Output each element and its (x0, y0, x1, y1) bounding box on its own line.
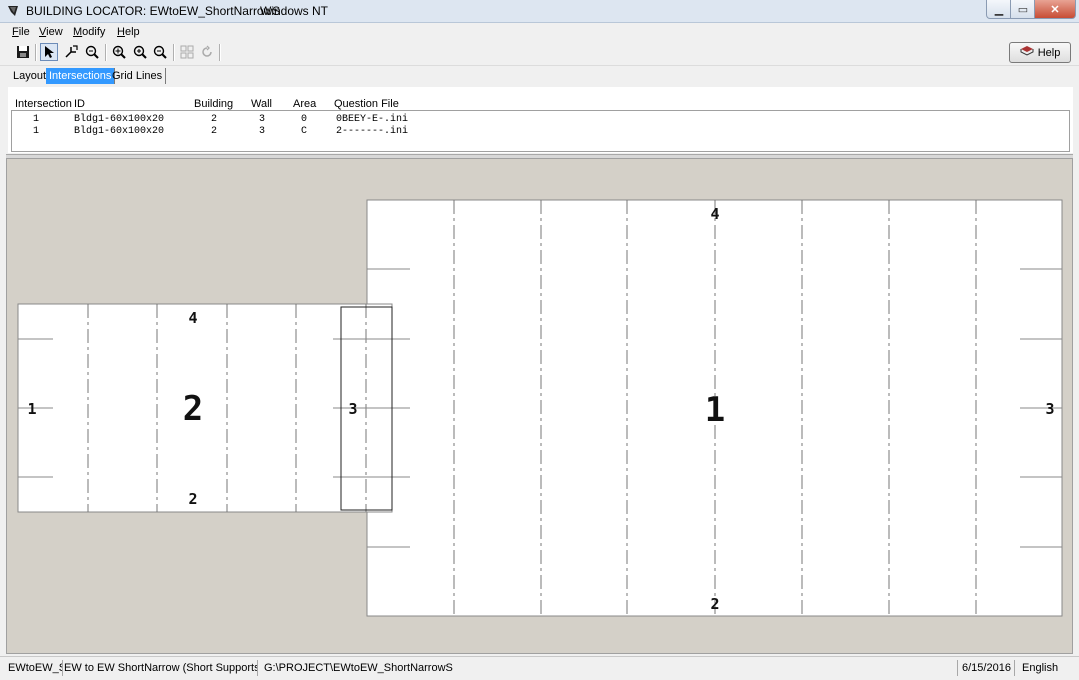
toolbar-separator (219, 44, 221, 61)
rotate-icon[interactable] (198, 43, 216, 61)
cell-area: 0 (301, 114, 308, 125)
b1-building-number: 1 (705, 390, 725, 430)
col-header-question-file[interactable]: Question File (334, 98, 399, 110)
help-button-label: Help (1037, 46, 1061, 59)
app-icon (6, 4, 20, 18)
menu-modify[interactable]: Modify (73, 26, 105, 38)
b2-wall-top-label: 4 (188, 309, 197, 327)
building-drawing[interactable]: 4 2 1 3 1 (7, 159, 1073, 654)
layout-canvas[interactable]: 4 2 1 3 1 (6, 158, 1073, 654)
tab-strip: Layout Intersections Grid Lines (0, 66, 1079, 86)
b2-wall-right-label: 3 (348, 400, 357, 418)
cell-building: 2 (211, 126, 218, 137)
col-header-building[interactable]: Building (194, 98, 233, 110)
toolbar-separator (173, 44, 175, 61)
pan-icon[interactable] (62, 43, 80, 61)
tab-layout[interactable]: Layout (10, 68, 51, 84)
b1-wall-top-label: 4 (710, 205, 719, 223)
zoom-window-icon[interactable] (83, 43, 101, 61)
title-bar[interactable]: BUILDING LOCATOR: EWtoEW_ShortNarrowS Wi… (0, 0, 1079, 23)
zoom-in-icon[interactable] (131, 43, 149, 61)
col-header-wall[interactable]: Wall (251, 98, 272, 110)
status-language: English (1022, 662, 1059, 674)
cell-question-file: 2-------.ini (336, 126, 409, 137)
b1-wall-bottom-label: 2 (710, 595, 719, 613)
status-path: G:\PROJECT\EWtoEW_ShortNarrowS (262, 660, 958, 676)
menu-help[interactable]: Help (117, 26, 140, 38)
maximize-button[interactable]: ▭ (1010, 0, 1036, 19)
tab-grid-lines[interactable]: Grid Lines (109, 68, 167, 84)
save-icon[interactable] (14, 43, 32, 61)
toolbar: Help (0, 41, 1079, 66)
zoom-out-icon[interactable] (151, 43, 169, 61)
table-body: 1 Bldg1-60x100x20 2 3 0 0BEEY-E-.ini 1 B… (11, 110, 1070, 152)
close-icon: ✕ (1050, 3, 1060, 16)
menu-view[interactable]: View (39, 26, 63, 38)
col-header-intersection[interactable]: Intersection (15, 98, 72, 110)
cell-area: C (301, 126, 308, 137)
app-window: BUILDING LOCATOR: EWtoEW_ShortNarrowS Wi… (0, 0, 1079, 680)
toolbar-separator (35, 44, 37, 61)
zoom-extents-icon[interactable] (110, 43, 128, 61)
window-title: BUILDING LOCATOR: EWtoEW_ShortNarrowS (26, 4, 281, 18)
maximize-icon: ▭ (1017, 3, 1029, 16)
cell-id: Bldg1-60x100x20 (74, 126, 165, 137)
b2-wall-bottom-label: 2 (188, 490, 197, 508)
building-1[interactable]: 4 2 1 3 1 (366, 199, 1063, 617)
help-button[interactable]: Help (1009, 42, 1071, 63)
status-description: EW to EW ShortNarrow (Short Supports) (64, 660, 258, 676)
building-2[interactable]: 4 2 1 3 2 (17, 303, 393, 513)
grid-icon[interactable] (178, 43, 196, 61)
b2-wall-left-label: 1 (27, 400, 36, 418)
cell-building: 2 (211, 114, 218, 125)
col-header-area[interactable]: Area (293, 98, 316, 110)
close-button[interactable]: ✕ (1034, 0, 1076, 19)
cell-question-file: 0BEEY-E-.ini (336, 114, 409, 125)
menu-bar: File View Modify Help (0, 24, 1079, 41)
cell-intersection: 1 (33, 114, 40, 125)
cell-intersection: 1 (33, 126, 40, 137)
toolbar-separator (105, 44, 107, 61)
status-file-short: EWtoEW_SH (6, 660, 63, 676)
cell-id: Bldg1-60x100x20 (74, 114, 165, 125)
os-label: Windows NT (260, 4, 329, 18)
status-bar: EWtoEW_SH EW to EW ShortNarrow (Short Su… (0, 656, 1079, 680)
status-date: 6/15/2016 (960, 660, 1015, 676)
tab-intersections[interactable]: Intersections (46, 68, 116, 84)
menu-file[interactable]: File (12, 26, 30, 38)
pointer-icon[interactable] (40, 43, 58, 61)
cell-wall: 3 (259, 126, 266, 137)
b1-wall-right-label: 3 (1045, 400, 1054, 418)
help-book-icon (1020, 45, 1034, 60)
col-header-id[interactable]: ID (74, 98, 85, 110)
b2-building-number: 2 (183, 389, 203, 429)
minimize-button[interactable]: ▁ (986, 0, 1012, 19)
minimize-icon: ▁ (994, 3, 1004, 16)
cell-wall: 3 (259, 114, 266, 125)
